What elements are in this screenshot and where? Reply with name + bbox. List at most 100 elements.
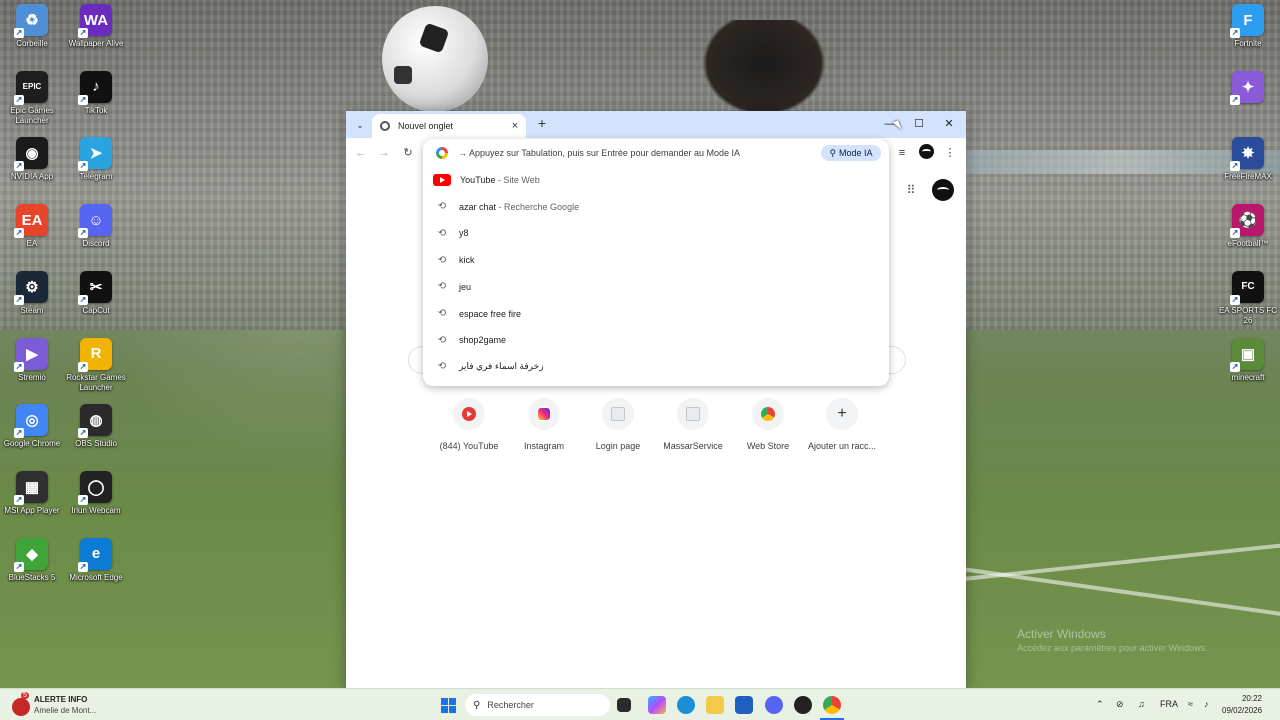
shortcut-tile[interactable]: Login page [578,398,658,451]
app-taskbar-icon[interactable] [794,696,812,714]
file-explorer-icon[interactable] [706,696,724,714]
desktop-icon[interactable]: ♪ ↗ TikTok [64,70,128,116]
shortcut-tile[interactable]: Web Store [728,398,808,451]
edge-taskbar-icon[interactable] [677,696,695,714]
desktop-icon-label: Epic Games Launcher [10,105,54,125]
shortcut-tile[interactable]: + Ajouter un racc... [802,398,882,451]
clock-date[interactable]: 09/02/2026 [1222,706,1262,715]
maximize-icon[interactable]: ☐ [905,115,933,133]
desktop-icon-label: FreeFireMAX [1224,172,1272,182]
suggestion-item[interactable]: ⟲ kick [423,247,889,273]
desktop-icon[interactable]: ◎ ↗ Google Chrome [0,404,64,449]
toolbar-profile-avatar[interactable] [919,144,934,159]
desktop-icon[interactable]: ◆ ↗ BlueStacks 5 [0,537,64,583]
shortcut-label: (844) YouTube [439,441,499,451]
shortcut-tile[interactable]: MassarService [653,398,733,451]
desktop-icon[interactable]: ▶ ↗ Stremio [0,337,64,383]
taskbar-search[interactable]: ⚲ Rechercher [465,694,610,716]
desktop-icon[interactable]: ♻ ↗ Corbeille [0,4,64,49]
suggestion-item[interactable]: YouTube - Site Web [423,167,889,193]
omnibox-input[interactable]: → Appuyez sur Tabulation, puis sur Entré… [423,139,889,167]
discord-taskbar-icon[interactable] [765,696,783,714]
chrome-taskbar-icon[interactable] [823,696,841,714]
news-widget-icon[interactable] [12,698,30,716]
suggestion-item[interactable]: ⟲ jeu [423,274,889,300]
tab-new-tab[interactable]: Nouvel onglet × [372,114,526,138]
forward-arrow-icon[interactable]: → [376,145,392,161]
desktop-icon[interactable]: ✸ ↗ FreeFireMAX [1216,137,1280,182]
shortcut-arrow-icon: ↗ [1230,228,1240,239]
history-icon: ⟲ [437,201,447,213]
iriun-webcam-icon: ◯ ↗ [78,470,112,505]
suggestion-item[interactable]: ⟲ shop2game [423,327,889,353]
shortcut-arrow-icon: ↗ [1230,94,1240,105]
network-off-icon[interactable]: ⊘ [1116,699,1124,710]
desktop-icon[interactable]: ⚽ ↗ eFootball™ [1216,204,1280,249]
clock-time[interactable]: 20:22 [1222,694,1262,703]
desktop-icon[interactable]: ▣ ↗ minecraft [1216,337,1280,383]
desktop-icon[interactable]: WA ↗ Wallpaper Alive [64,4,128,49]
glyph-text: ➤ [89,145,103,163]
copilot-icon[interactable] [648,696,666,714]
desktop-icon[interactable]: R ↗ Rockstar Games Launcher [64,337,128,393]
task-view-icon[interactable] [617,698,631,712]
desktop-icon[interactable]: ◉ ↗ NVIDIA App [0,137,64,182]
suggestion-item[interactable]: ⟲ azar chat - Recherche Google [423,194,889,220]
reload-icon[interactable]: ↻ [400,145,416,161]
desktop-icon[interactable]: ✦ ↗ [1216,70,1280,106]
new-tab-plus-icon[interactable]: + [534,115,550,131]
desktop-icon[interactable]: ◍ ↗ OBS Studio [64,404,128,449]
shortcut-tile[interactable]: (844) YouTube [429,398,509,451]
reading-list-icon[interactable]: ≡ [894,145,910,161]
history-icon: ⟲ [437,227,447,239]
language-indicator[interactable]: FRA [1160,699,1178,709]
suggestion-item[interactable]: ⟲ y8 [423,220,889,246]
tray-chevron-up-icon[interactable]: ⌃ [1096,699,1104,710]
news-widget-subtitle[interactable]: Amelie de Mont... [34,706,96,715]
tab-search-chevron-icon[interactable]: ⌄ [352,117,368,133]
desktop-icon[interactable]: ◯ ↗ Iriun Webcam [64,470,128,516]
news-widget-title[interactable]: ALERTE INFO [34,695,87,704]
microphone-icon[interactable]: ♫ [1138,699,1145,709]
desktop-icon-label: Rockstar Games Launcher [66,372,126,392]
desktop-icon[interactable]: EPIC ↗ Epic Games Launcher [0,70,64,126]
mode-ia-button[interactable]: ⚲ Mode IA [821,145,881,161]
news-badge-count: 5 [21,692,29,699]
wifi-icon[interactable]: ≈ [1188,699,1193,709]
desktop-icon-label: TikTok [84,105,108,115]
glyph-text: ⚙ [25,278,39,296]
desktop-icon-label: EA SPORTS FC 26 [1218,305,1278,325]
epic-games-icon: EPIC ↗ [14,70,48,105]
suggestion-item[interactable]: ⟲ espace free fire [423,301,889,327]
shortcut-label: Login page [595,441,641,451]
desktop-icon[interactable]: FC ↗ EA SPORTS FC 26 [1216,270,1280,326]
desktop-icon[interactable]: ✂ ↗ CapCut [64,270,128,316]
desktop-icon-label: NVIDIA App [10,172,54,182]
wallpaper-player [702,20,826,116]
profile-avatar[interactable] [932,179,954,201]
bluestacks-icon: ◆ ↗ [14,537,48,572]
volume-icon[interactable]: ♪ [1204,699,1209,709]
glyph-text: F [1243,11,1253,29]
microsoft-store-icon[interactable] [735,696,753,714]
telegram-icon: ➤ ↗ [78,137,112,172]
desktop-icon[interactable]: ➤ ↗ Telegram [64,137,128,182]
start-windows-icon[interactable] [441,698,456,713]
desktop-icon[interactable]: EA ↗ EA [0,204,64,249]
desktop-icon[interactable]: ▦ ↗ MSI App Player [0,470,64,516]
desktop-icon[interactable]: e ↗ Microsoft Edge [64,537,128,583]
back-arrow-icon[interactable]: ← [353,145,369,161]
tab-close-icon[interactable]: × [508,120,522,132]
more-menu-icon[interactable]: ⋮ [942,145,958,161]
ea-sports-fc-icon: FC ↗ [1230,270,1264,305]
desktop-icon[interactable]: ⚙ ↗ Steam [0,270,64,316]
shortcut-arrow-icon: ↗ [14,561,24,572]
close-window-icon[interactable]: ✕ [935,115,963,133]
google-apps-grid-icon[interactable]: ⠿ [904,183,918,197]
desktop-icon-label: EA [26,239,38,249]
shortcut-tile[interactable]: Instagram [504,398,584,451]
suggestion-item[interactable]: ⟲ زخرفة اسماء فري فاير [423,354,889,380]
shortcut-circle [677,398,709,430]
desktop-icon[interactable]: ☺ ↗ Discord [64,204,128,249]
desktop-icon[interactable]: F ↗ Fortnite [1216,4,1280,49]
